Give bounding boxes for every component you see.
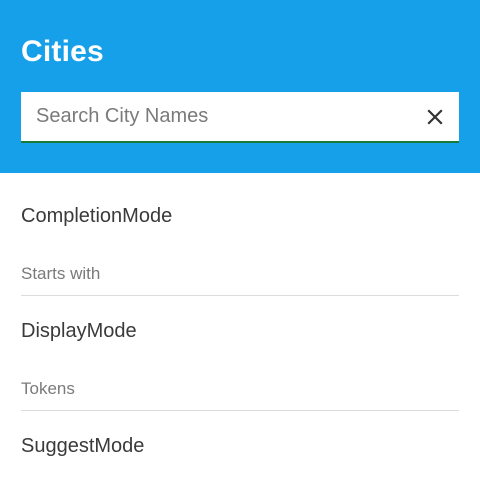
- app-window: Cities CompletionMode Starts with Displa…: [0, 0, 480, 480]
- search-box: [21, 92, 459, 143]
- clear-search-button[interactable]: [425, 107, 445, 127]
- display-mode-label: DisplayMode: [21, 320, 137, 342]
- display-mode-setting: DisplayMode Tokens: [21, 296, 459, 411]
- display-mode-value[interactable]: Tokens: [21, 379, 459, 399]
- completion-mode-value[interactable]: Starts with: [21, 264, 459, 284]
- completion-mode-setting: CompletionMode Starts with: [21, 173, 459, 296]
- suggest-mode-label: SuggestMode: [21, 435, 145, 457]
- header: Cities: [0, 0, 480, 173]
- search-input[interactable]: [21, 92, 416, 141]
- suggest-mode-setting: SuggestMode: [21, 411, 459, 458]
- settings-list: CompletionMode Starts with DisplayMode T…: [21, 173, 459, 458]
- close-icon: [425, 107, 445, 127]
- page-title: Cities: [21, 35, 104, 68]
- completion-mode-label: CompletionMode: [21, 205, 173, 227]
